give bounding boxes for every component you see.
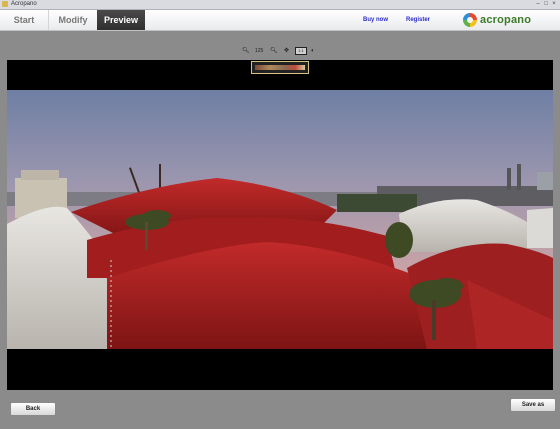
header-bar: Start Modify Preview Buy now Register ac… [0,10,560,31]
tab-start[interactable]: Start [0,10,49,30]
zoom-in-icon[interactable]: 🔍︎ [270,46,278,56]
fit-screen-icon[interactable]: ◐ [311,46,315,56]
logo-text: acropano [480,14,532,26]
minimize-icon[interactable]: – [535,1,541,7]
tab-modify[interactable]: Modify [49,10,98,30]
actual-size-button[interactable]: 1:1 [295,47,307,55]
zoom-level: 125 [255,48,264,54]
window-title: Acropano [11,1,37,7]
panorama-image[interactable] [7,90,553,349]
thumbnail-image [255,65,305,70]
logo-icon [463,13,477,27]
tab-preview[interactable]: Preview [97,10,145,30]
maximize-icon[interactable]: □ [543,1,549,7]
buy-now-link[interactable]: Buy now [363,10,388,30]
pan-icon[interactable]: ✥ [284,46,289,56]
save-as-button[interactable]: Save as [510,398,556,412]
zoom-out-icon[interactable]: 🔍︎ [242,46,250,56]
back-button[interactable]: Back [10,402,56,416]
close-icon[interactable]: × [551,1,557,7]
app-icon [2,1,8,7]
zoom-toolbar: 🔍︎ 125 🔍︎ ✥ 1:1 ◐ [0,46,560,56]
register-link[interactable]: Register [406,10,430,30]
panorama-thumbnail[interactable] [251,61,309,74]
window-titlebar: Acropano – □ × [0,0,560,10]
